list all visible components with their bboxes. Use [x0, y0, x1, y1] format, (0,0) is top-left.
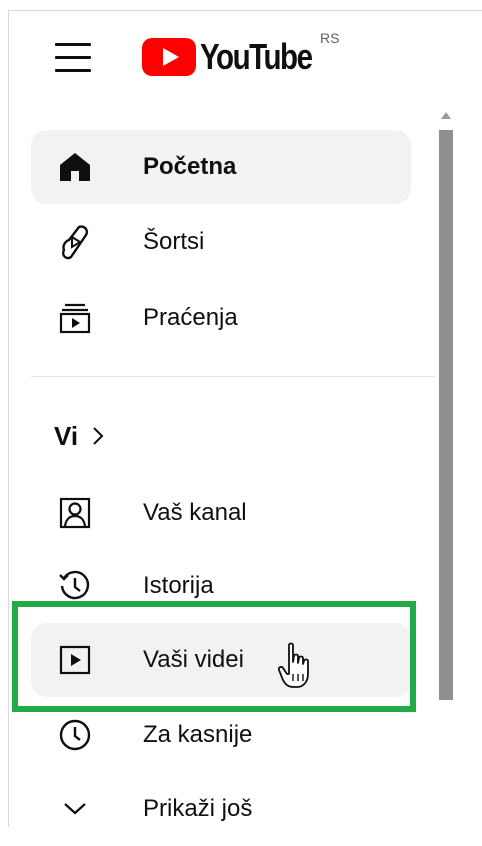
masthead: YouTube RS — [0, 0, 482, 110]
sidebar-item-subscriptions[interactable]: Praćenja — [31, 281, 411, 355]
sidebar-item-show-more[interactable]: Prikaži još — [31, 772, 411, 846]
sidebar-divider — [31, 376, 435, 377]
your-videos-icon — [55, 640, 95, 680]
brand-wordmark: YouTube — [200, 36, 313, 77]
your-channel-icon — [55, 493, 95, 533]
you-section-header[interactable]: Vi — [54, 416, 108, 456]
country-code: RS — [320, 30, 340, 46]
guide-menu-button[interactable] — [55, 40, 93, 74]
sidebar-item-label: Istorija — [143, 572, 214, 599]
section-title: Vi — [54, 420, 79, 451]
shorts-icon — [55, 222, 95, 262]
home-icon — [55, 147, 95, 187]
watch-later-icon — [55, 715, 95, 755]
menu-icon-bar-bottom — [55, 69, 91, 72]
scroll-up-arrow-icon[interactable] — [441, 112, 451, 119]
sidebar-item-your-videos[interactable]: Vaši videi — [31, 623, 411, 697]
menu-icon-bar-middle — [55, 56, 91, 59]
sidebar-item-home[interactable]: Početna — [31, 130, 411, 204]
sidebar-item-label: Vaš kanal — [143, 499, 247, 526]
sidebar-item-history[interactable]: Istorija — [31, 549, 411, 623]
youtube-logo[interactable]: YouTube — [142, 34, 336, 80]
sidebar-scrollbar[interactable] — [437, 112, 455, 712]
sidebar-item-label: Praćenja — [143, 304, 238, 331]
menu-icon-bar-top — [55, 43, 91, 46]
sidebar-item-shorts[interactable]: Šortsi — [31, 205, 411, 279]
sidebar-item-label: Prikaži još — [143, 795, 253, 822]
sidebar-item-label: Početna — [143, 153, 237, 180]
sidebar-item-your-channel[interactable]: Vaš kanal — [31, 476, 411, 550]
sidebar-item-watch-later[interactable]: Za kasnije — [31, 698, 411, 772]
subscriptions-icon — [55, 298, 95, 338]
sidebar-item-label: Šortsi — [143, 228, 205, 255]
youtube-play-icon — [142, 38, 196, 76]
chevron-right-icon — [92, 425, 108, 447]
chevron-down-icon — [55, 789, 95, 829]
scrollbar-thumb[interactable] — [439, 130, 453, 700]
sidebar-item-label: Za kasnije — [143, 721, 253, 748]
sidebar-item-label: Vaši videi — [143, 646, 244, 673]
window-frame-left — [8, 10, 9, 827]
hand-pointer-cursor-icon — [278, 642, 309, 688]
history-icon — [55, 566, 95, 606]
